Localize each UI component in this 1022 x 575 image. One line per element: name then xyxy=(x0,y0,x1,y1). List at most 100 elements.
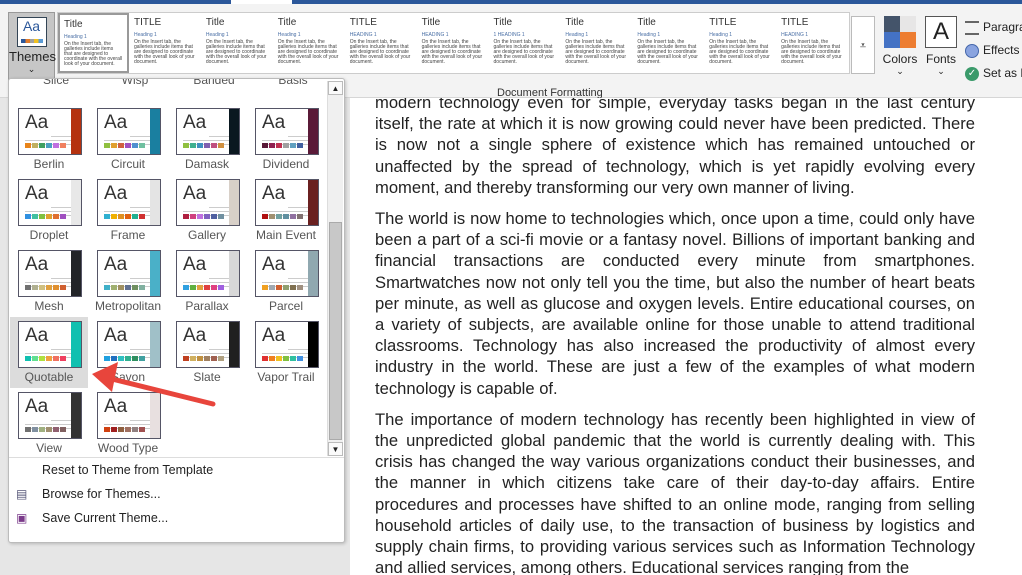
style-heading: Heading 1 xyxy=(277,32,301,38)
effects-icon xyxy=(965,43,979,58)
colors-label: Colors xyxy=(882,52,918,66)
theme-thumbnail: Aa xyxy=(255,321,319,368)
theme-label: Wisp xyxy=(121,79,149,87)
theme-main-event[interactable]: Aa Main Event xyxy=(247,175,325,246)
paragraph: The importance of modern technology has … xyxy=(375,409,975,575)
style-heading: Heading 1 xyxy=(205,32,229,38)
document-body[interactable]: modern technology even for simple, every… xyxy=(375,98,975,575)
document-page[interactable]: modern technology even for simple, every… xyxy=(350,98,1022,575)
style-heading: Heading 1 xyxy=(565,32,589,38)
theme-slice[interactable]: Slice xyxy=(17,79,95,91)
theme-basis[interactable]: Basis xyxy=(254,79,327,91)
theme-thumbnail: Aa xyxy=(18,321,82,368)
theme-mesh[interactable]: Aa Mesh xyxy=(10,246,88,317)
theme-frame[interactable]: Aa Frame xyxy=(89,175,167,246)
theme-label: Quotable xyxy=(24,370,74,384)
theme-label: Gallery xyxy=(187,228,226,242)
style-set-item[interactable]: TITLE Heading 1 On the Insert tab, the gal… xyxy=(130,13,201,73)
gallery-more-button[interactable]: ⩡ xyxy=(851,16,875,74)
theme-quotable[interactable]: Aa Quotable xyxy=(10,317,88,388)
style-body: On the Insert tab, the galleries include… xyxy=(349,39,411,65)
theme-metropolitan[interactable]: Aa Metropolitan xyxy=(89,246,167,317)
set-as-default-button[interactable]: ✓ Set as D xyxy=(965,62,1022,85)
theme-slate[interactable]: Aa Slate xyxy=(168,317,246,388)
fonts-button[interactable]: A Fonts ⌄ xyxy=(923,14,959,77)
theme-thumbnail: Aa xyxy=(18,392,82,439)
theme-circuit[interactable]: Aa Circuit xyxy=(89,104,167,175)
theme-wood-type[interactable]: Aa Wood Type xyxy=(89,388,167,457)
fonts-label: Fonts xyxy=(925,52,956,66)
theme-savon[interactable]: Aa Savon xyxy=(89,317,167,388)
theme-view[interactable]: Aa View xyxy=(10,388,88,457)
chevron-down-icon: ⌄ xyxy=(896,66,904,76)
colors-button[interactable]: Colors ⌄ xyxy=(880,14,920,77)
paragraph-spacing-icon xyxy=(965,20,979,35)
effects-label: Effects xyxy=(983,43,1020,57)
style-heading: Heading 1 xyxy=(709,32,733,38)
style-set-item[interactable]: TITLE HEADING 1 On the Insert tab, the gal… xyxy=(346,13,417,73)
save-theme-icon: ▣ xyxy=(16,511,28,525)
scroll-up-button[interactable]: ▲ xyxy=(328,81,343,95)
paragraph-spacing-button[interactable]: Paragra xyxy=(965,16,1022,39)
theme-dividend[interactable]: Aa Dividend xyxy=(247,104,325,175)
theme-banded[interactable]: Banded xyxy=(175,79,253,91)
theme-wisp[interactable]: Wisp xyxy=(96,79,174,91)
style-body: On the Insert tab, the galleries include… xyxy=(277,39,339,65)
theme-thumbnail: Aa xyxy=(176,321,240,368)
theme-thumbnail: Aa xyxy=(97,321,161,368)
save-theme-menu-item[interactable]: Save Current Theme... xyxy=(42,511,168,525)
theme-vapor-trail[interactable]: Aa Vapor Trail xyxy=(247,317,325,388)
reset-theme-menu-item[interactable]: Reset to Theme from Template xyxy=(42,463,213,477)
theme-label: Vapor Trail xyxy=(257,370,315,384)
style-set-item[interactable]: TITLE HEADING 1 On the Insert tab, the gal… xyxy=(777,13,848,73)
browse-themes-menu-item[interactable]: Browse for Themes... xyxy=(42,487,161,501)
theme-thumbnail: Aa xyxy=(97,179,161,226)
themes-button[interactable]: Aa Themes ⌄ xyxy=(8,12,56,84)
style-title: Title xyxy=(565,17,584,28)
theme-thumbnail: Aa xyxy=(255,250,319,297)
theme-damask[interactable]: Aa Damask xyxy=(168,104,246,175)
style-set-item[interactable]: Title Heading 1 On the Insert tab, the gal… xyxy=(274,13,345,73)
style-title: Title xyxy=(421,17,441,28)
style-heading: Heading 1 xyxy=(64,34,87,40)
scroll-thumb[interactable] xyxy=(329,222,342,440)
style-body: On the Insert tab, the galleries include… xyxy=(565,39,627,65)
theme-parallax[interactable]: Aa Parallax xyxy=(168,246,246,317)
effects-button[interactable]: Effects xyxy=(965,39,1022,62)
theme-thumbnail: Aa xyxy=(176,250,240,297)
browse-themes-icon: ▤ xyxy=(16,487,28,501)
style-body: On the Insert tab, the galleries include… xyxy=(421,39,483,65)
style-set-item[interactable]: Title HEADING 1 On the Insert tab, the gal… xyxy=(418,13,489,73)
fonts-icon: A xyxy=(925,16,957,48)
scroll-down-button[interactable]: ▼ xyxy=(328,442,343,456)
theme-thumbnail: Aa xyxy=(255,108,319,155)
theme-droplet[interactable]: Aa Droplet xyxy=(10,175,88,246)
style-heading: HEADING 1 xyxy=(421,32,449,38)
style-set-item[interactable]: TITLE Heading 1 On the Insert tab, the gal… xyxy=(705,13,776,73)
theme-label: Slate xyxy=(193,370,221,384)
style-set-item[interactable]: Title Heading 1 On the Insert tab, the gal… xyxy=(633,13,704,73)
theme-thumbnail: Aa xyxy=(18,108,82,155)
themes-icon: Aa xyxy=(16,17,47,47)
theme-label: View xyxy=(36,441,62,455)
theme-label: Damask xyxy=(184,157,229,171)
scrollbar[interactable]: ▲ ▼ xyxy=(327,81,343,456)
style-set-item[interactable]: Title 1 HEADING 1 On the Insert tab, the g… xyxy=(490,13,561,73)
theme-label: Mesh xyxy=(34,299,64,313)
theme-thumbnail: Aa xyxy=(176,179,240,226)
theme-thumbnail: Aa xyxy=(18,179,82,226)
theme-label: Frame xyxy=(110,228,146,242)
theme-parcel[interactable]: Aa Parcel xyxy=(247,246,325,317)
style-heading: HEADING 1 xyxy=(781,32,809,38)
style-set-item[interactable]: Title Heading 1 On the Insert tab, the gal… xyxy=(58,13,129,73)
theme-label: Banded xyxy=(193,79,235,87)
style-set-item[interactable]: Title Heading 1 On the Insert tab, the gal… xyxy=(202,13,273,73)
theme-thumbnail: Aa xyxy=(97,108,161,155)
colors-icon xyxy=(884,16,916,48)
style-title: TITLE xyxy=(349,17,377,28)
theme-berlin[interactable]: Aa Berlin xyxy=(10,104,88,175)
paragraph-spacing-label: Paragra xyxy=(983,20,1022,34)
theme-gallery[interactable]: Aa Gallery xyxy=(168,175,246,246)
style-set-item[interactable]: Title Heading 1 On the Insert tab, the gal… xyxy=(561,13,632,73)
theme-label: Slice xyxy=(42,79,69,87)
